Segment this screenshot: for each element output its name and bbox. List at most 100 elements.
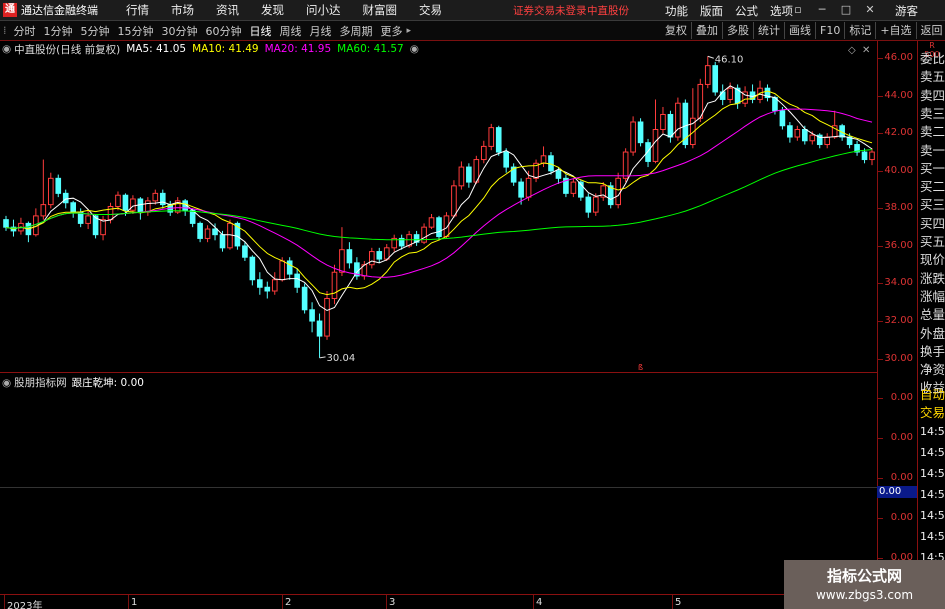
date-label-4: 4 [536,597,543,608]
tool-button-7[interactable]: +自选 [876,22,917,39]
period-tab-1[interactable]: 1分钟 [40,23,77,39]
period-tab-3[interactable]: 15分钟 [114,23,158,39]
candle-body [242,245,248,258]
tool-button-8[interactable]: 返回 [917,22,945,39]
settings-circle-icon[interactable]: ◉ [410,43,419,55]
more-chevron-icon[interactable]: ▸ [407,26,412,36]
candle-body [675,102,681,138]
candle-body [294,273,300,288]
event-marker-icon[interactable]: ß [638,363,643,372]
indicator-settings-icon[interactable]: ◉ [2,377,11,389]
period-tab-7[interactable]: 周线 [276,23,306,39]
right-menu-item-1[interactable]: 版面 [700,3,723,19]
maximize-icon[interactable]: □ [838,2,854,18]
period-tab-5[interactable]: 60分钟 [202,23,246,39]
period-tab-2[interactable]: 5分钟 [77,23,114,39]
user-guest-label[interactable]: 游客 [895,3,918,19]
price-tick-2 [878,133,883,135]
right-menu-item-2[interactable]: 公式 [735,3,758,19]
candle-62 [466,163,472,188]
auto-label[interactable]: 自动 [920,384,945,403]
tool-button-6[interactable]: 标记 [845,22,877,39]
tool-button-3[interactable]: 统计 [754,22,785,39]
candle-body [376,251,383,260]
diamond-icon[interactable]: ◇ [848,45,856,56]
tool-button-5[interactable]: F10 [816,22,846,39]
skin-icon[interactable]: ▫ [790,2,806,18]
period-tab-9[interactable]: 多周期 [336,23,377,39]
quote-field-9: 买四 [920,215,945,231]
candle-81 [607,182,614,209]
indicator-panel[interactable] [0,372,877,594]
tool-button-0[interactable]: 复权 [661,22,692,39]
candle-body [652,129,659,162]
candle-body [212,228,218,236]
indicator-name[interactable]: 股朋指标网 [14,375,67,390]
candle-56 [421,223,427,245]
candle-89 [667,110,674,143]
quote-field-7: 买二 [920,179,945,195]
menu-item-2[interactable]: 资讯 [216,2,239,18]
candlestick-chart[interactable]: 46.10 30.04 ß ◇ ✕ [0,41,877,372]
close-icon[interactable]: ✕ [862,2,878,18]
candle-102 [764,84,771,102]
period-tab-8[interactable]: 月线 [306,23,336,39]
date-axis: 2023年123456 [0,594,877,609]
candle-body [271,279,278,292]
indicator-line-value: 跟庄乾坤: 0.00 [71,377,144,389]
candle-body [503,151,510,168]
candle-body [264,286,271,292]
candle-body [436,217,442,238]
trade-login-status[interactable]: 证券交易未登录 [513,3,587,18]
price-tick-label-2: 42.00 [884,127,913,139]
close-chart-icon[interactable]: ✕ [862,45,870,56]
candle-71 [533,159,539,183]
current-stock-link[interactable]: 中直股份 [587,3,629,18]
menu-item-0[interactable]: 行情 [126,2,149,18]
trade-label[interactable]: 交易 [920,402,945,421]
tool-button-2[interactable]: 多股 [723,22,754,39]
candle-body [309,309,315,322]
trade-time-1: 14:56 [920,446,945,459]
tool-button-4[interactable]: 画线 [785,22,816,39]
candle-body [55,177,62,194]
price-tick-label-8: 30.00 [884,352,913,364]
period-tab-0[interactable]: 分时 [10,23,40,39]
date-tick-3 [386,595,387,609]
period-tab-6[interactable]: 日线 [246,23,276,39]
date-label-1: 1 [131,597,138,608]
quote-side-panel: R 500 委比 卖五 卖四 卖三 卖二 卖一 买一 买二 买三 买四 买五 现价 涨跌 涨幅 总量 外盘 换手… [917,41,945,594]
candle-116 [869,148,875,166]
trade-time-3: 14:56 [920,488,945,501]
indicator-tick-label-1: 0.00 [890,432,913,443]
right-menu-item-0[interactable]: 功能 [665,3,688,19]
candle-34 [257,272,263,295]
date-tick-2 [282,595,283,609]
ma-legend-item-0: MA5: 41.05 [126,43,187,55]
candle-75 [563,174,569,198]
candle-94 [704,56,711,89]
candle-body [630,121,636,153]
price-tick-1 [878,95,883,97]
menu-item-1[interactable]: 市场 [171,2,194,18]
candle-11 [85,210,91,230]
price-tick-8 [878,358,883,360]
menu-item-5[interactable]: 财富圈 [363,2,398,18]
tool-button-1[interactable]: 叠加 [692,22,723,39]
period-tab-4[interactable]: 30分钟 [158,23,202,39]
minimize-icon[interactable]: ─ [814,2,830,18]
candle-66 [495,125,502,156]
menu-item-4[interactable]: 问小达 [306,2,341,18]
info-circle-icon[interactable]: ◉ [2,43,11,55]
title-bar: 通 通达信金融终端 行情 市场 资讯 发现 问小达 财富圈 交易 证券交易未登录 中直股份 … [0,0,945,21]
menu-item-6[interactable]: 交易 [419,2,442,18]
candle-61 [458,161,465,190]
candle-91 [682,99,689,149]
candle-body [204,228,211,239]
high-annotation: 46.10 [715,54,744,65]
menu-item-3[interactable]: 发现 [261,2,284,18]
period-tabs: ⁞ 分时 1分钟 5分钟 15分钟 30分钟 60分钟 日线 周线 月线 多周期 更多 ▸ [0,23,411,39]
date-tick-0 [4,595,5,609]
candle-body [62,192,69,204]
period-tab-10[interactable]: 更多 [377,23,407,39]
